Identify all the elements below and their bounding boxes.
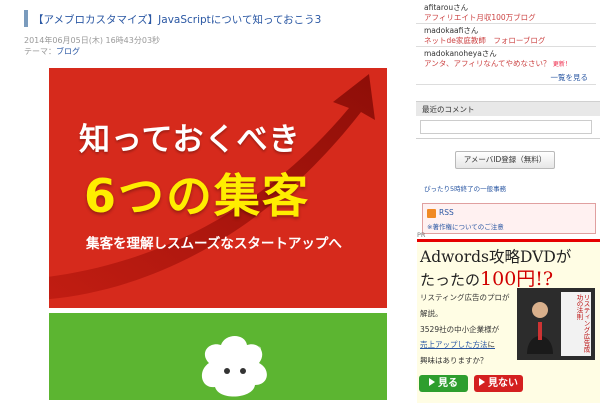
ad-text: 興味はありますか？ — [420, 356, 488, 365]
recent-comments-title: 最近のコメント — [422, 105, 475, 114]
ad-text: 解説。 — [420, 309, 443, 318]
divider — [416, 46, 596, 47]
ad-dismiss-label: 見ない — [488, 378, 518, 389]
ad-price-suffix: !? — [535, 268, 554, 290]
ad-link-text[interactable]: 売上アップした方法に — [420, 339, 495, 350]
ad-text: リスティング広告のプロが — [420, 293, 510, 302]
ad-link-underlined: 売上アップした方法 — [420, 340, 488, 349]
copyright-notice-link[interactable]: ※著作権についてのご注意 — [427, 221, 504, 231]
ad-price: 100円 — [480, 268, 536, 290]
article-theme: テーマ：ブログ — [24, 46, 80, 57]
reader-blog[interactable]: ネットde家庭教師 フォローブログ — [424, 35, 545, 46]
dvd-package-image: リスティング広告成功の法則 — [517, 288, 595, 360]
reader-blog-title: アンタ、アフィリなんてやめなさい？ — [424, 59, 551, 68]
article-title[interactable]: 【アメブロカスタマイズ】JavaScriptについて知っておこう3 — [33, 12, 321, 27]
divider — [416, 84, 596, 85]
presenter-photo-icon — [527, 302, 553, 354]
dvd-spine: リスティング広告成功の法則 — [561, 292, 591, 356]
recent-comments-header: 最近のコメント — [416, 101, 600, 116]
divider — [416, 23, 596, 24]
divider — [416, 138, 600, 139]
update-badge: 更新！ — [552, 61, 571, 68]
theme-label: テーマ： — [24, 47, 56, 56]
see-all-link[interactable]: 一覧を見る — [551, 72, 589, 83]
play-icon — [429, 378, 435, 386]
registered-mark: ® — [255, 346, 262, 354]
banner-subtext: 集客を理解しスムーズなスタートアップへ — [86, 236, 342, 252]
play-icon — [479, 378, 485, 386]
theme-link[interactable]: ブログ — [56, 47, 80, 56]
ad-price-prefix: たったの — [420, 271, 481, 289]
title-accent-bar — [24, 10, 28, 27]
banner-headline: 知っておくべき — [79, 122, 301, 158]
reader-blog[interactable]: アフィリエイト月収100万ブログ — [424, 12, 536, 23]
ad-dismiss-button[interactable]: 見ない — [474, 375, 523, 392]
recent-comments-box — [420, 120, 592, 134]
ad-text: 3529社の中小企業様が — [420, 325, 500, 334]
ad-price-line: たったの100円!? — [420, 264, 553, 291]
ad-banner[interactable]: Adwords攻略DVDが たったの100円!? リスティング広告のプロが 解説… — [417, 239, 600, 403]
ad-link-suffix: に — [487, 340, 496, 349]
pr-label: PR — [417, 231, 426, 239]
job-link[interactable]: ぴったり5時終了の一般事務 — [424, 183, 506, 193]
mascot-panel: ® — [49, 313, 387, 400]
rss-box: RSS ※著作権についてのご注意 — [422, 203, 596, 234]
mascot-icon — [201, 336, 267, 397]
ad-view-button[interactable]: 見る — [419, 375, 468, 392]
reader-blog[interactable]: アンタ、アフィリなんてやめなさい？ 更新！ — [424, 58, 571, 69]
article-banner-image: 知っておくべき 6つの集客 集客を理解しスムーズなスタートアップへ — [49, 68, 387, 308]
dvd-title: リスティング広告成功の法則 — [575, 294, 590, 353]
register-button[interactable]: アメーバID登録（無料） — [455, 151, 555, 169]
ad-view-label: 見る — [438, 378, 458, 389]
article: 【アメブロカスタマイズ】JavaScriptについて知っておこう3 2014年0… — [0, 0, 405, 400]
article-date: 2014年06月05日(木) 16時43分03秒 — [24, 36, 161, 45]
rss-icon[interactable] — [427, 209, 436, 218]
banner-main-text: 6つの集客 — [84, 169, 311, 223]
rss-link[interactable]: RSS — [439, 208, 454, 217]
